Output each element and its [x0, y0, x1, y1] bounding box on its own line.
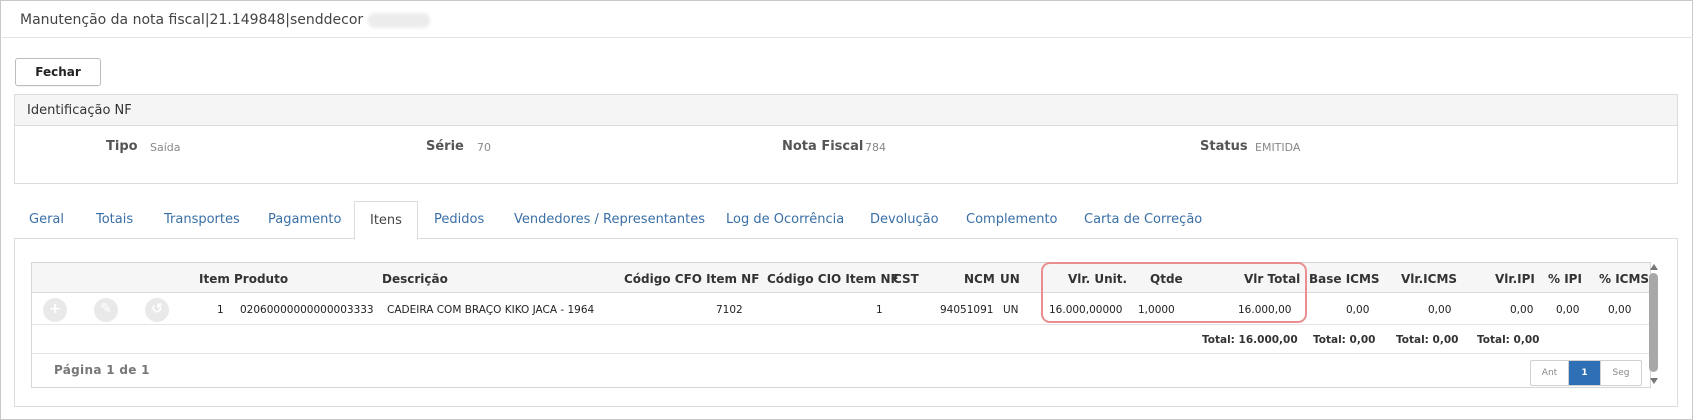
status-value: EMITIDA	[1255, 141, 1301, 154]
tab-pagamento[interactable]: Pagamento	[268, 201, 341, 239]
grid-footer: Página 1 de 1 Ant 1 Seg	[32, 354, 1650, 387]
col-descricao[interactable]: Descrição	[382, 272, 448, 286]
pagination: Ant 1 Seg	[1530, 360, 1642, 386]
col-vlr-icms[interactable]: Vlr.ICMS	[1401, 272, 1457, 286]
tab-carta-correcao[interactable]: Carta de Correção	[1084, 201, 1202, 239]
col-produto[interactable]: Produto	[234, 272, 288, 286]
tab-geral[interactable]: Geral	[29, 201, 64, 239]
panel-heading: Identificação NF	[15, 95, 1677, 126]
redacted-text	[368, 13, 430, 28]
cell-ncm: 94051091	[940, 304, 994, 316]
cell-base-icms: 0,00	[1346, 304, 1370, 316]
col-pct-ipi[interactable]: % IPI	[1548, 272, 1582, 286]
total-vlr-total: Total: 16.000,00	[1202, 334, 1298, 346]
nota-fiscal-label: Nota Fiscal	[782, 139, 864, 154]
total-base-icms: Total: 0,00	[1313, 334, 1376, 346]
serie-label: Série	[426, 139, 464, 154]
cell-cio: 1	[876, 304, 883, 316]
identificacao-nf-panel: Identificação NF Tipo Saída Série 70 Not…	[14, 94, 1678, 184]
tab-transportes[interactable]: Transportes	[164, 201, 240, 239]
total-vlr-icms: Total: 0,00	[1396, 334, 1459, 346]
cell-vlr-ipi: 0,00	[1510, 304, 1534, 316]
add-icon[interactable]: +	[43, 298, 67, 322]
table-row[interactable]: + ✎ ↺ 1 02060000000000003333 CADEIRA COM…	[32, 294, 1650, 325]
next-page-button[interactable]: Seg	[1601, 361, 1641, 385]
cell-cfo: 7102	[716, 304, 743, 316]
totals-row: Total: 16.000,00 Total: 0,00 Total: 0,00…	[32, 325, 1650, 354]
col-un[interactable]: UN	[1000, 272, 1020, 286]
current-page-button[interactable]: 1	[1569, 361, 1601, 385]
cell-vlr-icms: 0,00	[1428, 304, 1452, 316]
app-window: Manutenção da nota fiscal|21.149848|send…	[0, 0, 1693, 420]
page-info: Página 1 de 1	[54, 363, 150, 377]
col-cio[interactable]: Código CIO Item NF	[767, 272, 899, 286]
window-titlebar: Manutenção da nota fiscal|21.149848|send…	[2, 2, 1693, 38]
tab-totais[interactable]: Totais	[96, 201, 133, 239]
nota-fiscal-value: 784	[865, 141, 886, 154]
col-cfo[interactable]: Código CFO Item NF	[624, 272, 759, 286]
tipo-label: Tipo	[106, 139, 138, 154]
cell-item: 1	[217, 304, 224, 316]
tab-log-ocorrencia[interactable]: Log de Ocorrência	[726, 201, 844, 239]
scroll-thumb[interactable]	[1649, 273, 1658, 372]
col-item[interactable]: Item	[199, 272, 230, 286]
cell-descricao: CADEIRA COM BRAÇO KIKO JACA - 1964	[387, 304, 595, 316]
window-title: Manutenção da nota fiscal|21.149848|send…	[20, 12, 364, 28]
col-vlr-ipi[interactable]: Vlr.IPI	[1495, 272, 1535, 286]
tab-complemento[interactable]: Complemento	[966, 201, 1058, 239]
cell-pct-icms: 0,00	[1608, 304, 1632, 316]
status-label: Status	[1200, 139, 1248, 154]
col-pct-icms[interactable]: % ICMS	[1599, 272, 1649, 286]
scroll-down-icon[interactable]	[1650, 378, 1658, 384]
scroll-up-icon[interactable]	[1650, 264, 1658, 270]
grid-scrollbar[interactable]	[1648, 263, 1661, 387]
edit-icon[interactable]: ✎	[94, 298, 118, 322]
serie-value: 70	[477, 141, 491, 154]
tab-vendedores[interactable]: Vendedores / Representantes	[514, 201, 705, 239]
total-vlr-ipi: Total: 0,00	[1477, 334, 1540, 346]
tipo-value: Saída	[150, 141, 181, 154]
grid-header: Item Produto Descrição Código CFO Item N…	[32, 263, 1650, 293]
history-icon[interactable]: ↺	[145, 298, 169, 322]
prev-page-button[interactable]: Ant	[1531, 361, 1569, 385]
close-button[interactable]: Fechar	[15, 58, 101, 86]
tab-devolucao[interactable]: Devolução	[870, 201, 939, 239]
highlight-annotation	[1041, 262, 1307, 323]
tab-itens[interactable]: Itens	[354, 201, 418, 240]
items-grid: Item Produto Descrição Código CFO Item N…	[31, 262, 1651, 388]
col-ncm[interactable]: NCM	[964, 272, 995, 286]
cell-produto: 02060000000000003333	[240, 304, 374, 316]
cell-pct-ipi: 0,00	[1556, 304, 1580, 316]
tab-bar: Geral Totais Transportes Pagamento Itens…	[14, 201, 1678, 240]
col-base-icms[interactable]: Base ICMS	[1309, 272, 1380, 286]
col-cst[interactable]: CST	[893, 272, 919, 286]
cell-un: UN	[1003, 304, 1019, 316]
tab-pedidos[interactable]: Pedidos	[434, 201, 484, 239]
